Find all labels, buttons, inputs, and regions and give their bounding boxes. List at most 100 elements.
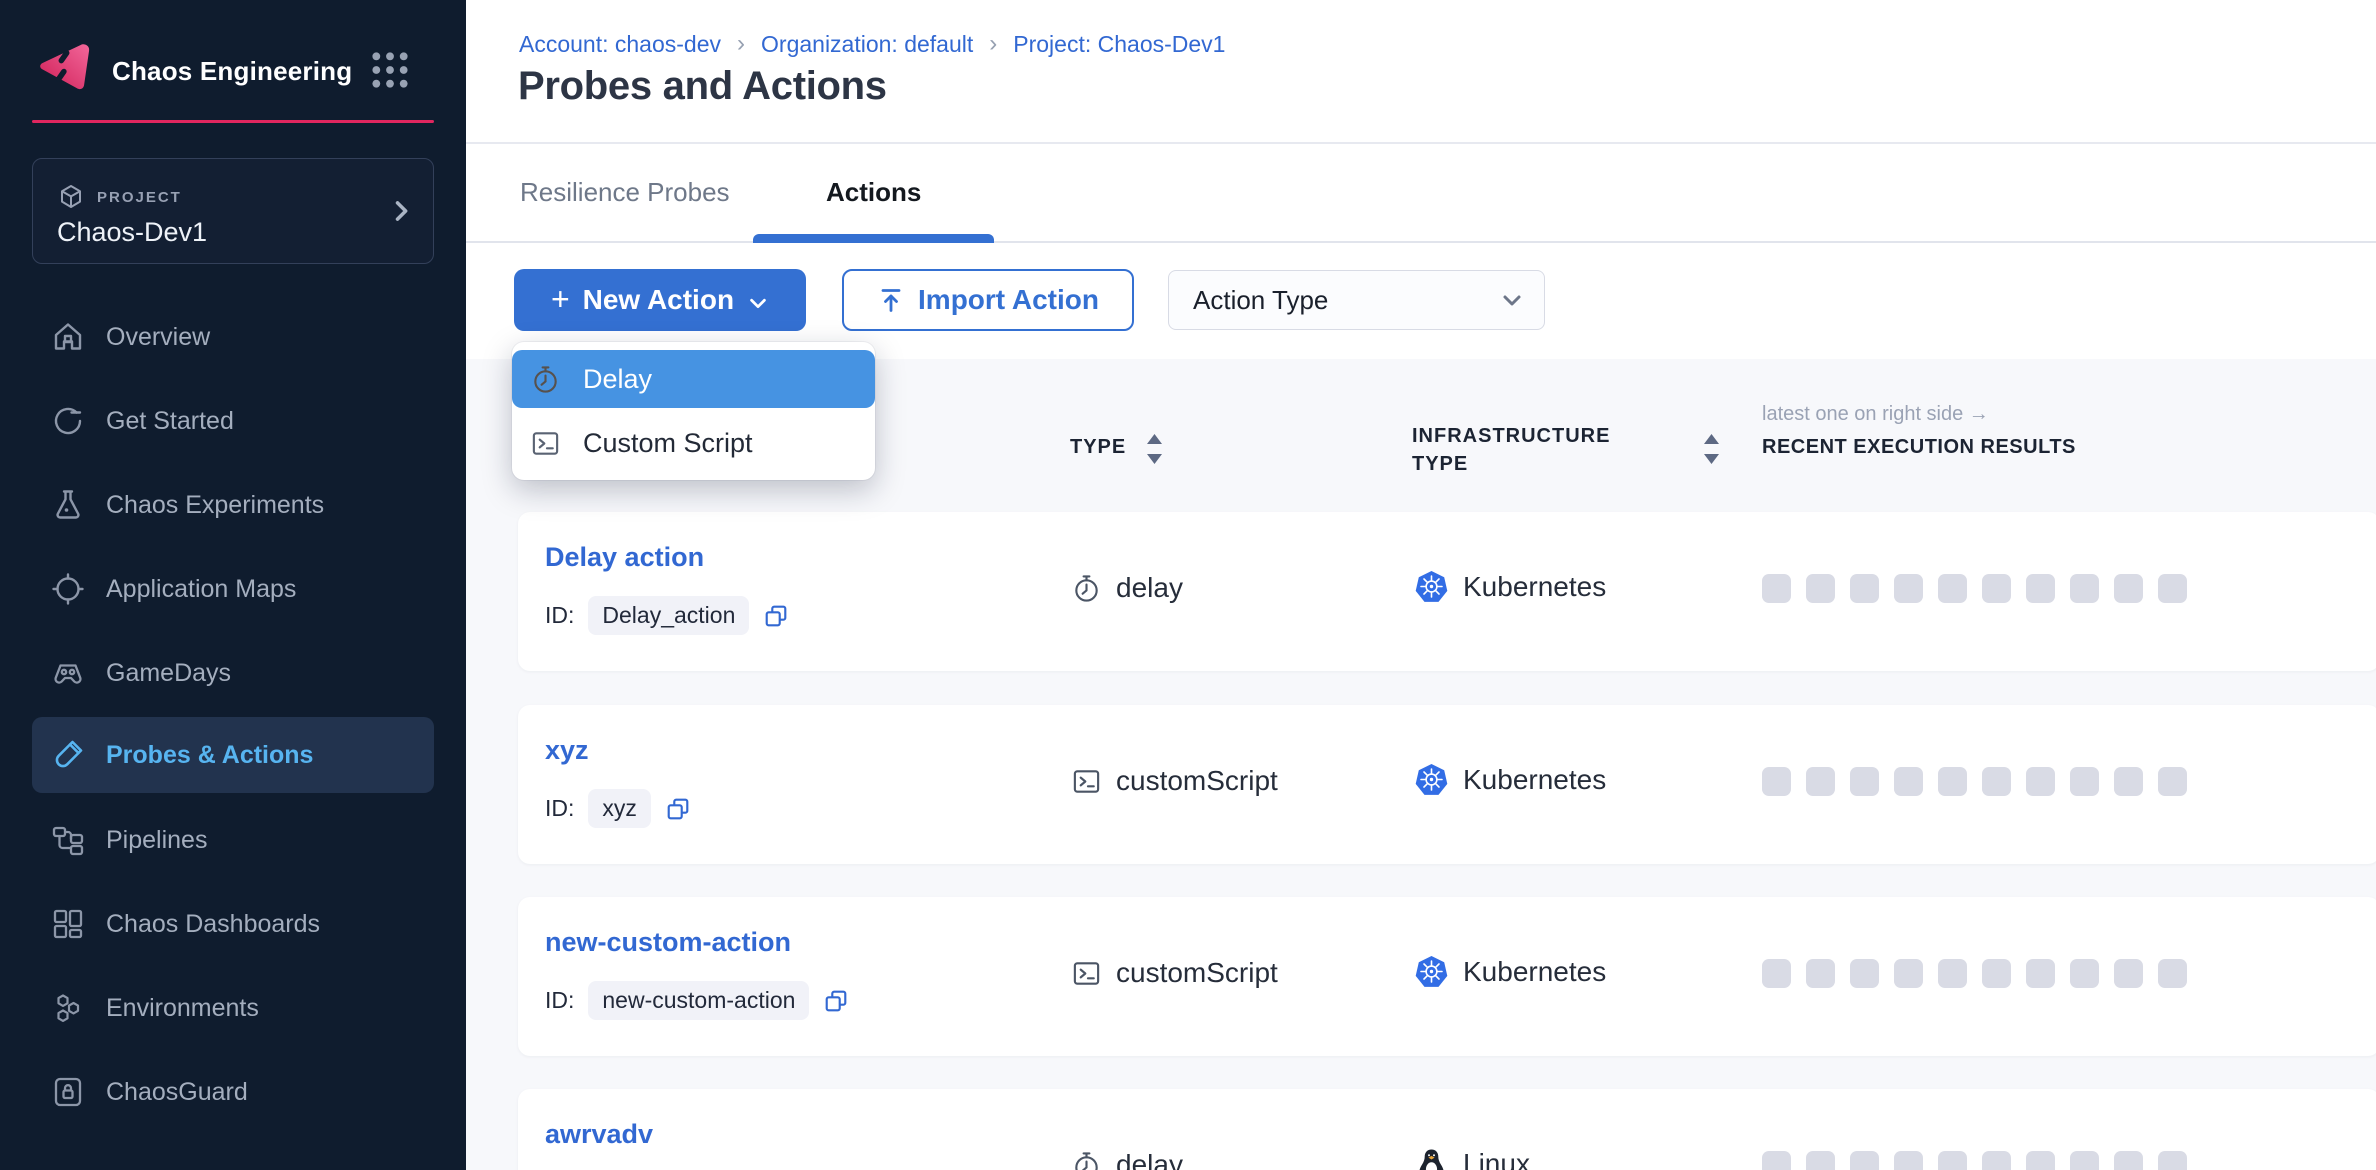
sidebar-item-pipelines[interactable]: Pipelines [32, 811, 434, 869]
stopwatch-icon [1071, 573, 1102, 604]
sidebar-item-gamedays[interactable]: GameDays [32, 644, 434, 702]
stopwatch-icon [1071, 1150, 1102, 1170]
sidebar-item-environments[interactable]: Environments [32, 979, 434, 1037]
execution-result-placeholder [1938, 767, 1967, 796]
action-name-link[interactable]: Delay action [545, 542, 704, 573]
execution-result-placeholder [1762, 1151, 1791, 1170]
id-value: Delay_action [588, 596, 749, 635]
breadcrumb-link[interactable]: Account: chaos-dev [519, 31, 721, 58]
column-header-type[interactable]: TYPE [1070, 436, 1126, 459]
infrastructure-value: Kubernetes [1463, 571, 1606, 603]
breadcrumb-link[interactable]: Organization: default [761, 31, 973, 58]
terminal-icon [1071, 958, 1102, 989]
copy-icon[interactable] [823, 988, 849, 1014]
execution-result-placeholder [1762, 574, 1791, 603]
execution-result-placeholder [2026, 959, 2055, 988]
execution-result-placeholder [2158, 959, 2187, 988]
gamepad-icon [50, 655, 86, 691]
infrastructure-cell: Kubernetes [1415, 955, 1606, 988]
action-type-select[interactable]: Action Type [1168, 270, 1545, 330]
copy-icon[interactable] [665, 796, 691, 822]
execution-result-placeholder [2158, 574, 2187, 603]
execution-result-placeholder [1850, 959, 1879, 988]
action-name-link[interactable]: xyz [545, 735, 589, 766]
type-value: customScript [1116, 765, 1278, 797]
lock-icon [50, 1074, 86, 1110]
module-grid-icon[interactable] [370, 50, 410, 90]
execution-result-placeholder [2070, 1151, 2099, 1170]
new-action-button[interactable]: + New Action [514, 269, 806, 331]
recent-execution-placeholders [1762, 767, 2187, 796]
type-value: delay [1116, 1149, 1183, 1170]
project-label: PROJECT [97, 189, 182, 206]
id-label: ID: [545, 795, 574, 822]
execution-result-placeholder [2114, 1151, 2143, 1170]
execution-result-placeholder [2026, 1151, 2055, 1170]
sidebar-item-label: Overview [106, 323, 210, 352]
kubernetes-icon [1415, 955, 1448, 988]
sidebar-item-application-maps[interactable]: Application Maps [32, 560, 434, 618]
action-name-link[interactable]: awrvadv [545, 1119, 653, 1150]
table-row: xyz ID: xyz customScript Kubernetes [518, 705, 2376, 864]
type-cell: delay [1071, 1149, 1183, 1170]
breadcrumb-link[interactable]: Project: Chaos-Dev1 [1013, 31, 1225, 58]
flask-icon [50, 487, 86, 523]
home-icon [50, 319, 86, 355]
menu-item-delay[interactable]: Delay [512, 350, 875, 408]
execution-result-placeholder [1938, 1151, 1967, 1170]
project-selector[interactable]: PROJECT Chaos-Dev1 [32, 158, 434, 264]
execution-result-placeholder [1938, 574, 1967, 603]
execution-result-placeholder [2026, 767, 2055, 796]
sidebar-item-chaos-dashboards[interactable]: Chaos Dashboards [32, 895, 434, 953]
import-action-label: Import Action [918, 284, 1099, 316]
execution-result-placeholder [1806, 1151, 1835, 1170]
tab-actions[interactable]: Actions [826, 177, 921, 208]
execution-result-placeholder [1982, 959, 2011, 988]
type-cell: customScript [1071, 957, 1278, 989]
infrastructure-value: Kubernetes [1463, 956, 1606, 988]
sidebar-item-chaosguard[interactable]: ChaosGuard [32, 1063, 434, 1121]
execution-result-placeholder [1850, 1151, 1879, 1170]
project-cube-icon [57, 183, 85, 211]
execution-result-placeholder [2114, 574, 2143, 603]
recent-execution-placeholders [1762, 959, 2187, 988]
results-note: latest one on right side → [1762, 403, 1989, 426]
table-row: new-custom-action ID: new-custom-action … [518, 897, 2376, 1056]
infrastructure-value: Kubernetes [1463, 764, 1606, 796]
execution-result-placeholder [1850, 767, 1879, 796]
action-id: ID: new-custom-action [545, 981, 849, 1020]
execution-result-placeholder [1850, 574, 1879, 603]
infrastructure-cell: Linux [1415, 1147, 1530, 1170]
project-name: Chaos-Dev1 [57, 217, 207, 248]
execution-result-placeholder [2158, 1151, 2187, 1170]
sidebar-item-get-started[interactable]: Get Started [32, 392, 434, 450]
sidebar-item-label: ChaosGuard [106, 1078, 248, 1107]
breadcrumb: Account: chaos-dev›Organization: default… [519, 30, 1225, 58]
sort-icon[interactable] [1143, 431, 1166, 467]
kubernetes-icon [1415, 570, 1448, 603]
execution-result-placeholder [1806, 959, 1835, 988]
infrastructure-value: Linux [1463, 1148, 1530, 1170]
tab-resilience-probes[interactable]: Resilience Probes [520, 177, 730, 208]
recent-execution-placeholders [1762, 1151, 2187, 1170]
infrastructure-cell: Kubernetes [1415, 570, 1606, 603]
action-name-link[interactable]: new-custom-action [545, 927, 791, 958]
action-type-value: Action Type [1193, 285, 1328, 316]
import-action-button[interactable]: Import Action [842, 269, 1134, 331]
sidebar-item-chaos-experiments[interactable]: Chaos Experiments [32, 476, 434, 534]
menu-item-custom-script[interactable]: Custom Script [512, 414, 875, 472]
column-header-infrastructure-type[interactable]: INFRASTRUCTURE TYPE [1412, 422, 1647, 478]
execution-result-placeholder [1894, 574, 1923, 603]
recent-execution-placeholders [1762, 574, 2187, 603]
execution-result-placeholder [1894, 767, 1923, 796]
sort-icon[interactable] [1700, 431, 1723, 467]
execution-result-placeholder [2114, 959, 2143, 988]
linux-icon [1415, 1147, 1448, 1170]
sidebar-item-label: Chaos Dashboards [106, 910, 320, 939]
sidebar-item-overview[interactable]: Overview [32, 308, 434, 366]
copy-icon[interactable] [763, 603, 789, 629]
sidebar-item-probes-actions[interactable]: Probes & Actions [32, 717, 434, 793]
sidebar-item-label: Probes & Actions [106, 741, 313, 770]
active-tab-underline [753, 234, 994, 243]
app-title: Chaos Engineering [112, 56, 352, 87]
